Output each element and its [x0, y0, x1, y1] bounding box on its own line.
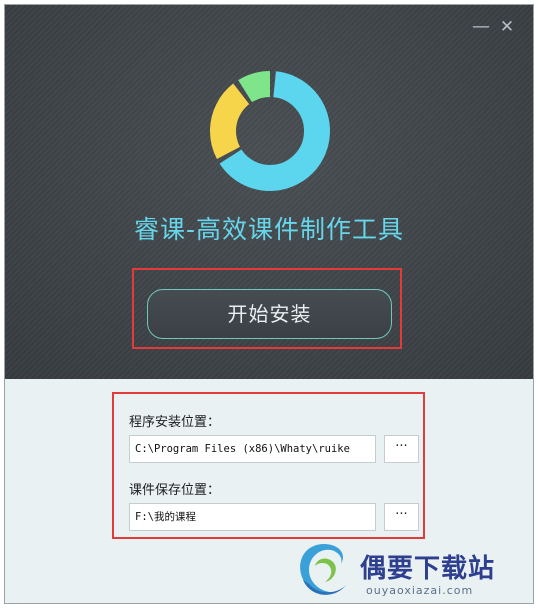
minimize-button[interactable]: —: [471, 17, 491, 37]
install-highlight-box: [132, 268, 402, 349]
fields-highlight-box: [112, 392, 425, 539]
app-title: 睿课-高效课件制作工具: [133, 215, 405, 244]
watermark-site-url: ouyaoxiazai.com: [366, 584, 474, 597]
watermark-swirl-logo-icon: [300, 544, 347, 595]
close-button[interactable]: ✕: [497, 17, 517, 37]
watermark-site-name: 偶要下载站: [360, 554, 496, 584]
donut-ring-logo-icon: [210, 71, 330, 191]
